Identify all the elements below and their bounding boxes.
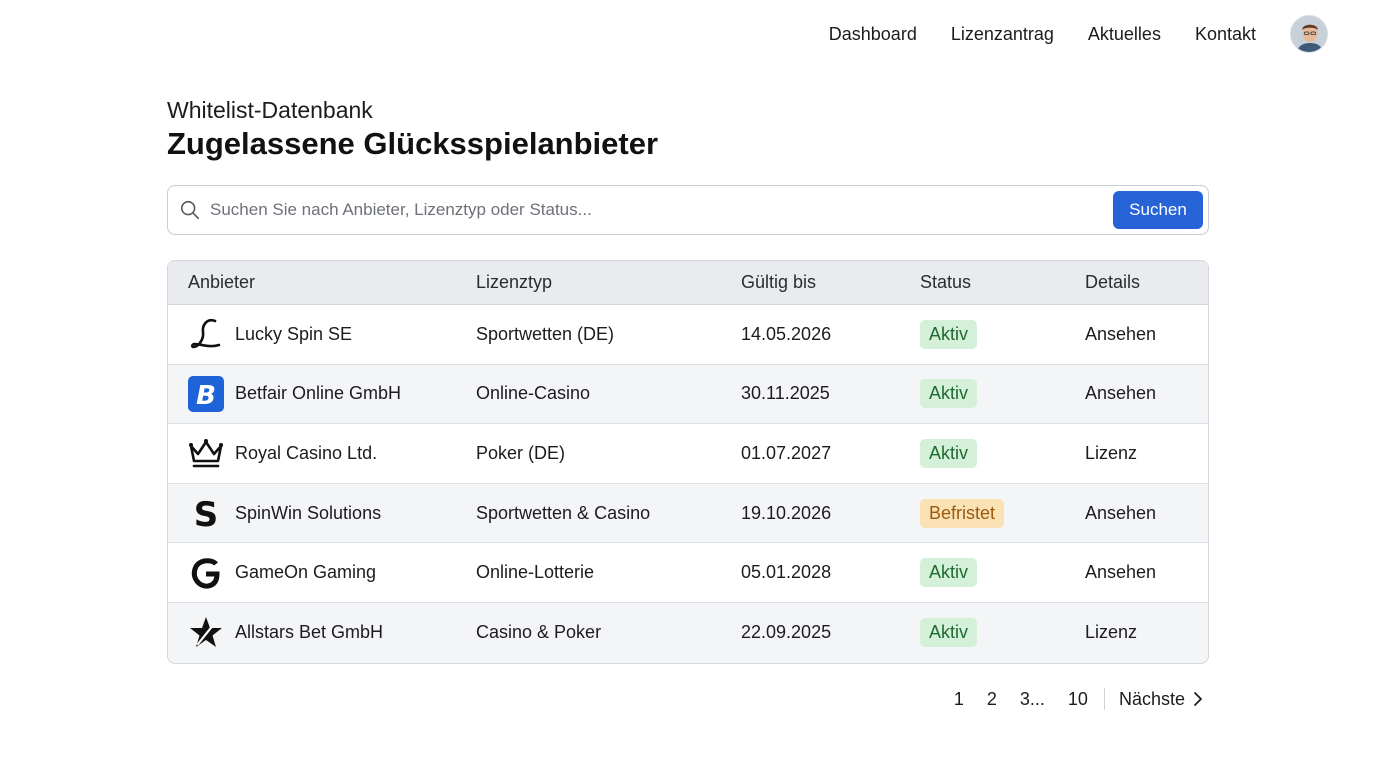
column-header-lizenztyp: Lizenztyp: [476, 272, 553, 292]
next-page-label: Nächste: [1118, 688, 1185, 709]
provider-cell: Allstars Bet GmbH: [168, 615, 476, 651]
details-link[interactable]: Ansehen: [1085, 324, 1156, 344]
details-cell: Lizenz: [1085, 443, 1208, 464]
search-button[interactable]: Suchen: [1113, 191, 1203, 229]
table-row: Lucky Spin SE Sportwetten (DE) 14.05.202…: [168, 305, 1208, 365]
column-header-status: Status: [920, 272, 972, 292]
table-row: Royal Casino Ltd. Poker (DE) 01.07.2027 …: [168, 424, 1208, 484]
provider-name: Royal Casino Ltd.: [235, 442, 378, 463]
status-badge: Aktiv: [920, 558, 978, 588]
table-row: B Betfair Online GmbH Online-Casino 30.1…: [168, 364, 1208, 425]
next-page-button[interactable]: Nächste: [1119, 689, 1204, 710]
column-header-details: Details: [1085, 272, 1141, 292]
status-badge: Aktiv: [920, 618, 978, 648]
nav-kontakt[interactable]: Kontakt: [1195, 24, 1256, 45]
nav-dashboard[interactable]: Dashboard: [829, 24, 917, 45]
letter-g-icon: [188, 555, 224, 591]
pagination-divider: [1103, 688, 1105, 710]
page-10[interactable]: 10: [1068, 689, 1088, 710]
provider-cell: GameOn Gaming: [168, 555, 476, 591]
status-cell: Aktiv: [920, 438, 1085, 468]
provider-cell: S SpinWin Solutions: [168, 495, 476, 531]
column-header-gueltig-bis: Gültig bis: [741, 272, 817, 292]
valid-until: 01.07.2027: [741, 442, 832, 463]
table-row: S SpinWin Solutions Sportwetten & Casino…: [168, 483, 1208, 544]
valid-until: 05.01.2028: [741, 562, 832, 583]
details-cell: Ansehen: [1085, 503, 1208, 524]
license-type: Online-Casino: [476, 383, 591, 404]
details-cell: Ansehen: [1085, 383, 1208, 404]
search-bar: Suchen: [167, 185, 1209, 235]
user-avatar[interactable]: [1290, 15, 1328, 53]
table-row: GameOn Gaming Online-Lotterie 05.01.2028…: [168, 543, 1208, 603]
crown-icon: [188, 435, 224, 471]
valid-until: 14.05.2026: [741, 323, 832, 344]
nav-lizenzantrag[interactable]: Lizenzantrag: [951, 24, 1054, 45]
license-type: Online-Lotterie: [476, 562, 595, 583]
status-badge: Aktiv: [920, 379, 978, 409]
pagination: 1 2 3... 10 Nächste: [954, 684, 1204, 714]
details-link[interactable]: Lizenz: [1085, 622, 1137, 642]
details-link[interactable]: Lizenz: [1085, 443, 1137, 463]
license-type: Poker (DE): [476, 442, 566, 463]
page-3-ellipsis[interactable]: 3...: [1020, 689, 1045, 710]
license-type: Casino & Poker: [476, 622, 602, 643]
status-cell: Aktiv: [920, 379, 1085, 409]
valid-until: 22.09.2025: [741, 622, 832, 643]
details-cell: Lizenz: [1085, 622, 1208, 643]
provider-name: Allstars Bet GmbH: [235, 622, 384, 643]
table-header: Anbieter Lizenztyp Gültig bis Status Det…: [168, 261, 1208, 305]
valid-until: 19.10.2026: [741, 502, 832, 523]
provider-cell: Lucky Spin SE: [168, 316, 476, 352]
blue-b-icon: B: [188, 375, 224, 412]
search-icon: [180, 200, 200, 220]
details-link[interactable]: Ansehen: [1085, 562, 1156, 582]
status-cell: Aktiv: [920, 319, 1085, 349]
letter-s-icon: S: [188, 495, 224, 531]
details-link[interactable]: Ansehen: [1085, 503, 1156, 523]
status-cell: Aktiv: [920, 558, 1085, 588]
star-icon: [188, 615, 224, 651]
license-type: Sportwetten (DE): [476, 323, 615, 344]
search-input[interactable]: [210, 200, 1113, 220]
valid-until: 30.11.2025: [741, 383, 830, 404]
provider-name: GameOn Gaming: [235, 562, 377, 583]
provider-table: Anbieter Lizenztyp Gültig bis Status Det…: [167, 260, 1209, 664]
status-badge: Aktiv: [920, 438, 978, 468]
status-badge: Befristet: [920, 498, 1005, 528]
page-2[interactable]: 2: [987, 689, 997, 710]
details-cell: Ansehen: [1085, 562, 1208, 583]
provider-name: Lucky Spin SE: [235, 323, 353, 344]
nav-aktuelles[interactable]: Aktuelles: [1088, 24, 1161, 45]
page-subtitle: Whitelist-Datenbank: [167, 97, 373, 123]
details-link[interactable]: Ansehen: [1085, 383, 1156, 403]
details-cell: Ansehen: [1085, 324, 1208, 345]
table-row: Allstars Bet GmbH Casino & Poker 22.09.2…: [168, 602, 1208, 663]
svg-text:B: B: [196, 381, 216, 411]
chevron-right-icon: [1194, 692, 1202, 706]
provider-name: Betfair Online GmbH: [235, 383, 402, 404]
page-1[interactable]: 1: [954, 689, 964, 710]
provider-cell: Royal Casino Ltd.: [168, 435, 476, 471]
page-title: Zugelassene Glücksspielanbieter: [167, 126, 659, 161]
provider-cell: B Betfair Online GmbH: [168, 375, 476, 412]
top-nav: Dashboard Lizenzantrag Aktuelles Kontakt: [829, 14, 1328, 54]
svg-text:S: S: [194, 495, 219, 531]
provider-name: SpinWin Solutions: [235, 502, 382, 523]
status-cell: Befristet: [920, 498, 1085, 528]
status-cell: Aktiv: [920, 618, 1085, 648]
column-header-anbieter: Anbieter: [188, 272, 256, 292]
license-type: Sportwetten & Casino: [476, 502, 651, 523]
status-badge: Aktiv: [920, 319, 978, 349]
script-l-icon: [188, 316, 224, 352]
avatar-icon: [1291, 16, 1327, 52]
